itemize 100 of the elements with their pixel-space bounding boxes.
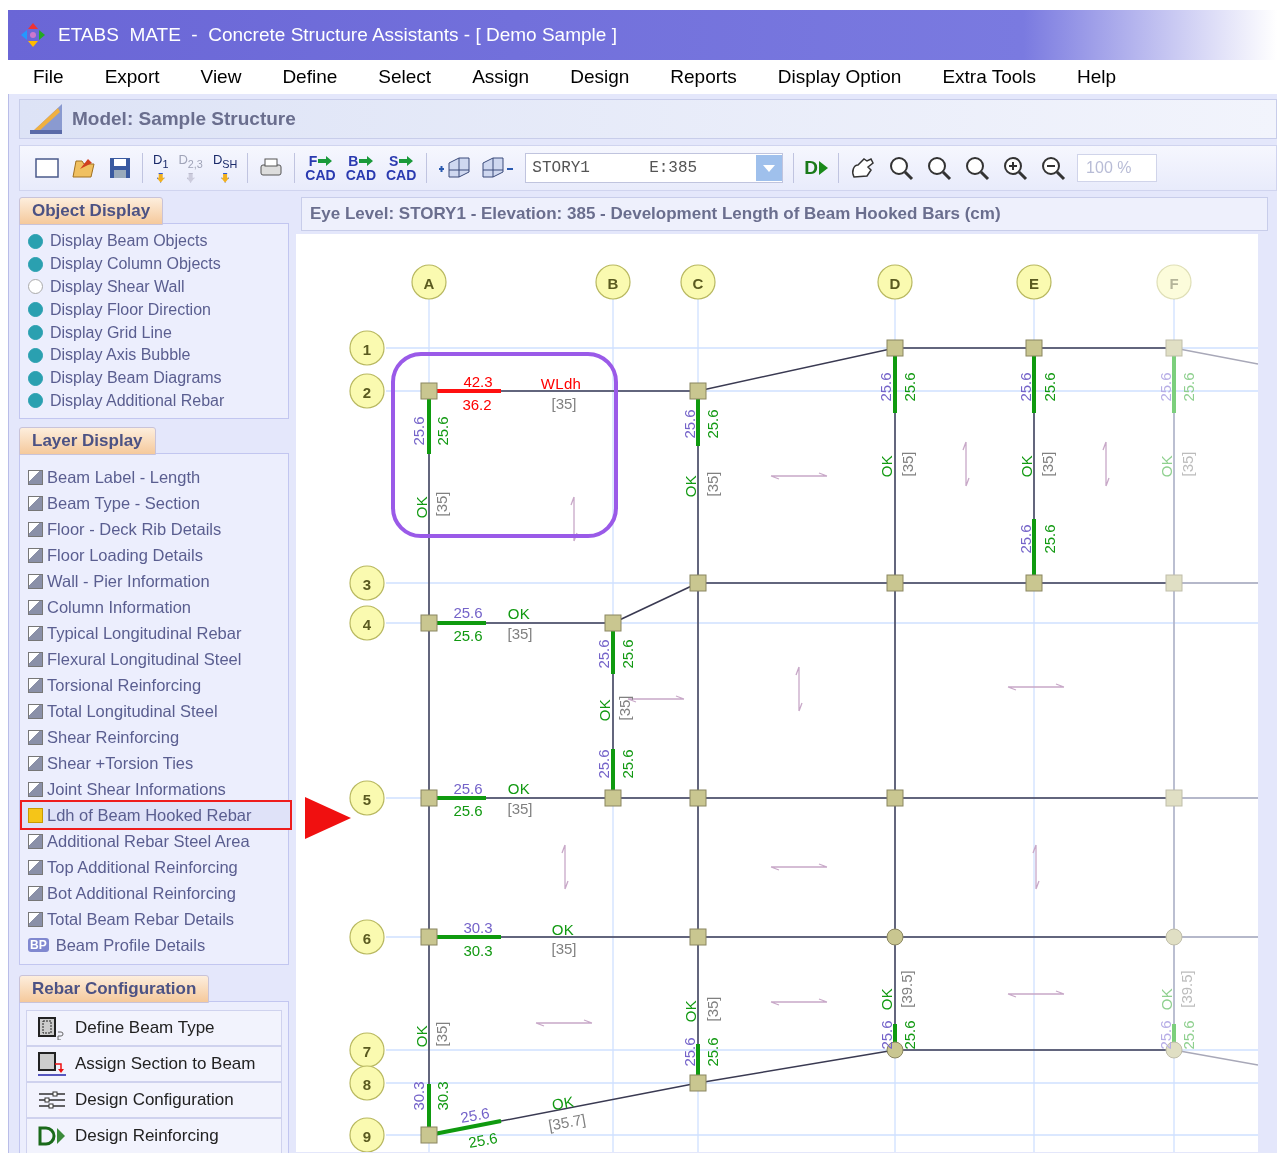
menu-item[interactable]: Assign: [472, 66, 530, 88]
menu-item[interactable]: Reports: [670, 66, 737, 88]
radio-dot-icon[interactable]: [28, 256, 43, 272]
display-option[interactable]: Display Additional Rebar: [28, 389, 284, 413]
span-direction-icon: [1102, 441, 1110, 487]
zoom-icon[interactable]: [1001, 155, 1030, 181]
layer-item[interactable]: Beam Label - Length: [22, 464, 284, 491]
ldh-value: 25.6: [1016, 372, 1034, 402]
layer-item[interactable]: Shear +Torsion Ties: [22, 750, 284, 777]
ldh-limit: [35]: [432, 491, 450, 517]
check-status: OK: [507, 604, 531, 622]
layer-item[interactable]: Flexural Longitudinal Steel: [22, 646, 284, 673]
layer-item[interactable]: Total Beam Rebar Details: [22, 906, 284, 933]
cad-export-button[interactable]: F CAD: [305, 154, 336, 182]
config-button[interactable]: Design Configuration: [26, 1082, 282, 1119]
column-node: [1165, 928, 1183, 946]
layer-item[interactable]: Floor Loading Details: [22, 542, 284, 569]
design-key-button[interactable]: D$_{SH}$: [212, 153, 238, 183]
menu-item[interactable]: Define: [282, 66, 338, 88]
span-direction-icon: [770, 472, 828, 480]
radio-dot-icon[interactable]: [28, 233, 43, 249]
grid-bubble: 9: [349, 1117, 385, 1152]
menu-item[interactable]: Export: [104, 66, 160, 88]
radio-dot-icon[interactable]: [28, 347, 43, 363]
check-status: OK: [1017, 454, 1035, 478]
check-status: OK: [507, 779, 531, 797]
layer-item[interactable]: Shear Reinforcing: [22, 724, 284, 751]
ldh-value: 25.6: [453, 603, 483, 621]
column-node: [604, 614, 622, 632]
radio-dot-icon[interactable]: [28, 370, 43, 386]
column-node: [886, 574, 904, 592]
view-caption: Eye Level: STORY1 - Elevation: 385 - Development Length of Beam Hooked Bars (cm): [301, 197, 1268, 231]
grid-bubble: F: [1156, 264, 1192, 300]
display-option[interactable]: Display Beam Objects: [28, 230, 284, 253]
radio-dot-icon[interactable]: [28, 325, 43, 341]
radio-dot-icon[interactable]: [28, 279, 43, 295]
group-header: Object Display: [19, 197, 164, 225]
span-direction-icon: [570, 496, 578, 542]
menu-item[interactable]: File: [33, 66, 64, 88]
layer-item[interactable]: Floor - Deck Rib Details: [22, 516, 284, 543]
layer-item[interactable]: Beam Type - Section: [22, 490, 284, 517]
layer-item[interactable]: Additional Rebar Steel Area: [22, 828, 284, 855]
layer-item[interactable]: BP Beam Profile Details: [22, 932, 284, 959]
column-node: [886, 339, 904, 357]
ldh-value: 42.3: [463, 372, 493, 390]
design-key-button[interactable]: D$_{1}$: [153, 153, 169, 183]
layer-item[interactable]: Ldh of Beam Hooked Rebar: [22, 802, 290, 829]
model-title: Model: Sample Structure: [72, 108, 296, 130]
layer-item[interactable]: Bot Additional Reinforcing: [22, 880, 284, 907]
save-icon[interactable]: [108, 156, 132, 180]
zoom-icon[interactable]: [925, 155, 954, 181]
ldh-limit: [35]: [1038, 451, 1056, 477]
story-down-icon[interactable]: [481, 155, 516, 181]
config-button[interactable]: Design Reinforcing: [26, 1118, 282, 1153]
display-option[interactable]: Display Column Objects: [28, 252, 284, 276]
menu-item[interactable]: Help: [1077, 66, 1117, 88]
grid-bubble: 1: [349, 330, 385, 366]
menu-item[interactable]: Display Option: [777, 66, 902, 88]
column-node: [1165, 339, 1183, 357]
menu-item[interactable]: Design: [570, 66, 630, 88]
display-option[interactable]: Display Shear Wall: [28, 275, 284, 299]
layer-item[interactable]: Typical Longitudinal Rebar: [22, 620, 284, 647]
menu-item[interactable]: Extra Tools: [942, 66, 1037, 88]
ldh-value: 25.6: [459, 1104, 491, 1126]
config-button[interactable]: Assign Section to Beam: [26, 1046, 282, 1083]
layer-item[interactable]: Total Longitudinal Steel: [22, 698, 284, 725]
check-status: OK: [551, 920, 575, 938]
arrow-icon: [359, 156, 374, 166]
check-status: OK: [412, 495, 430, 519]
radio-dot-icon[interactable]: [28, 393, 43, 409]
check-status: OK: [877, 454, 895, 478]
beam-section-icon: [37, 1016, 67, 1041]
ldh-value: 25.6: [1179, 1020, 1197, 1050]
ldh-value: 25.6: [433, 416, 451, 446]
display-option[interactable]: Display Floor Direction: [28, 298, 284, 322]
cad-export-button[interactable]: B CAD: [345, 154, 376, 182]
story-dropdown[interactable]: STORY1 E:385: [525, 153, 784, 183]
story-up-icon[interactable]: [437, 155, 472, 181]
cad-export-button[interactable]: S CAD: [386, 154, 417, 182]
menu-item[interactable]: Select: [378, 66, 432, 88]
check-status: OK: [681, 999, 699, 1023]
zoom-icon[interactable]: [887, 155, 916, 181]
layer-item[interactable]: Joint Shear Informations: [22, 776, 284, 803]
app-logo-icon: [20, 22, 46, 48]
display-option[interactable]: Display Grid Line: [28, 321, 284, 344]
new-file-icon[interactable]: [34, 156, 60, 180]
menu-item[interactable]: View: [200, 66, 242, 88]
ldh-value: 25.6: [467, 1129, 499, 1151]
display-option[interactable]: Display Beam Diagrams: [28, 366, 284, 390]
config-button[interactable]: Define Beam Type: [26, 1010, 282, 1047]
zoom-icon[interactable]: [1039, 155, 1068, 181]
layer-item[interactable]: Wall - Pier Information: [22, 568, 284, 595]
radio-dot-icon[interactable]: [28, 302, 43, 318]
layer-item[interactable]: Torsional Reinforcing: [22, 672, 284, 699]
display-option[interactable]: Display Axis Bubble: [28, 344, 284, 367]
run-design-button[interactable]: D: [804, 157, 829, 179]
zoom-icon[interactable]: [963, 155, 992, 181]
layer-item[interactable]: Top Additional Reinforcing: [22, 854, 284, 881]
layer-item[interactable]: Column Information: [22, 594, 284, 621]
column-node: [689, 574, 707, 592]
